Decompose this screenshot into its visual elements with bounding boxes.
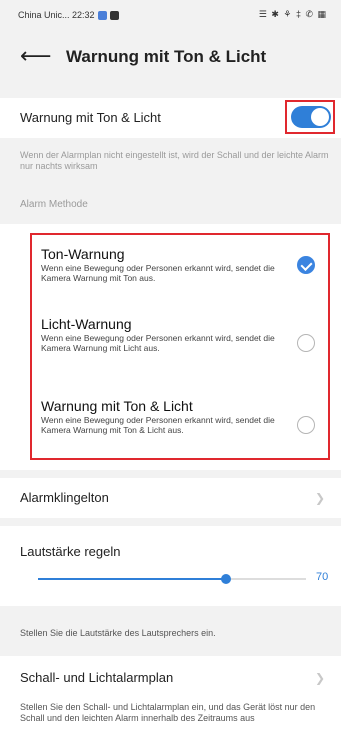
option-title: Ton-Warnung	[41, 246, 125, 262]
volume-slider[interactable]	[38, 574, 306, 584]
page-title: Warnung mit Ton & Licht	[66, 47, 267, 66]
status-bar-left: China Unic... 22:32	[18, 10, 119, 20]
ringtone-label: Alarmklingelton	[20, 490, 109, 505]
toggle-knob	[311, 108, 329, 126]
carrier-time: China Unic... 22:32	[18, 10, 95, 20]
app-notification-icon	[109, 10, 119, 20]
radio-unchecked-icon[interactable]	[297, 416, 315, 434]
volume-row: Lautstärke regeln	[0, 526, 341, 606]
option-title: Warnung mit Ton & Licht	[41, 398, 193, 414]
schedule-row[interactable]: Schall- und Lichtalarmplan ❯ Stellen Sie…	[0, 656, 341, 754]
notification-icon	[97, 10, 107, 20]
radio-unchecked-icon[interactable]	[297, 334, 315, 352]
sound-light-toggle[interactable]	[291, 106, 331, 128]
chevron-right-icon: ❯	[314, 491, 325, 505]
volume-hint: Stellen Sie die Lautstärke des Lautsprec…	[20, 628, 216, 638]
volume-label: Lautstärke regeln	[20, 544, 121, 559]
schedule-hint: Stellen Sie den Schall- und Lichtalarmpl…	[20, 702, 316, 723]
alarm-plan-info: Wenn der Alarmplan nicht eingestellt ist…	[20, 150, 329, 171]
page-header: ⟵ Warnung mit Ton & Licht	[0, 38, 341, 78]
slider-handle[interactable]	[220, 574, 231, 584]
chevron-right-icon: ❯	[314, 671, 325, 685]
toggle-label: Warnung mit Ton & Licht	[20, 110, 161, 125]
status-icons: ☰ ✱ ⚘ ‡ ✆ ▦	[258, 9, 327, 19]
status-bar: China Unic... 22:32 ☰ ✱ ⚘ ‡ ✆ ▦	[0, 0, 341, 30]
radio-checked-icon[interactable]	[297, 256, 315, 274]
alarm-method-label: Alarm Methode	[20, 199, 88, 210]
option-description: Wenn eine Bewegung oder Personen erkannt…	[41, 415, 275, 435]
ringtone-row[interactable]: Alarmklingelton ❯	[0, 478, 341, 518]
schedule-label: Schall- und Lichtalarmplan	[20, 670, 174, 685]
back-arrow-icon[interactable]: ⟵	[20, 44, 52, 68]
option-description: Wenn eine Bewegung oder Personen erkannt…	[41, 333, 275, 353]
volume-value: 70	[316, 571, 329, 583]
option-title: Licht-Warnung	[41, 316, 132, 332]
option-description: Wenn eine Bewegung oder Personen erkannt…	[41, 263, 275, 283]
slider-fill	[38, 578, 226, 580]
